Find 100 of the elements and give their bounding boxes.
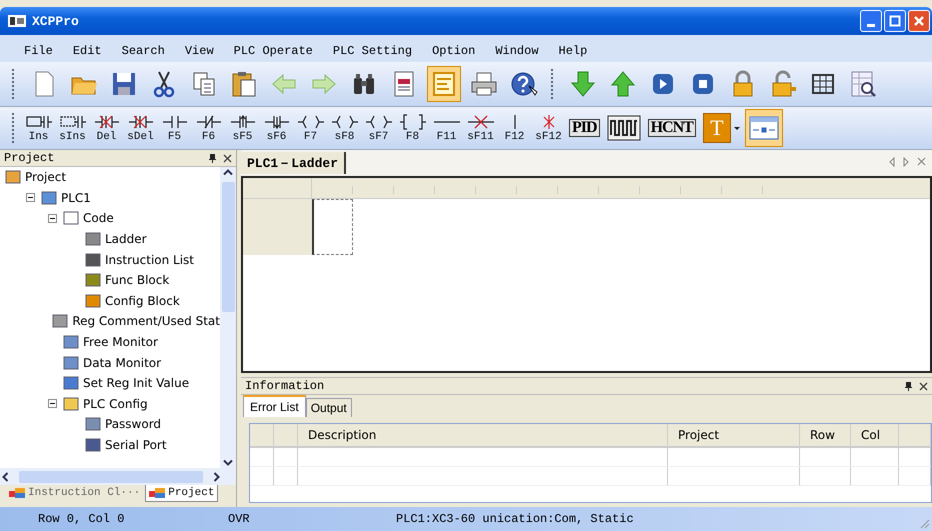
ladder-tool-button[interactable]: sDel [124,109,157,147]
panel-tab[interactable]: Instruction Cl··· [6,485,144,501]
ladder-tool-button[interactable]: F5 [158,109,191,147]
tree-item[interactable]: Data Monitor [83,356,162,370]
expander-icon[interactable] [26,193,37,202]
ladder-tool-button[interactable]: sF8 [328,109,361,147]
status-text: OVR [228,512,251,526]
ladder-tool-button[interactable]: F8 [396,109,429,147]
menu-item[interactable]: PLC Setting [332,44,412,58]
folder-icon [62,396,80,412]
column-header[interactable]: Col [851,424,899,446]
scroll-left-icon[interactable] [0,470,11,484]
ladder-tool-button[interactable]: F6 [192,109,225,147]
maximize-button[interactable] [884,10,906,32]
tree-item[interactable]: PLC1 [61,190,91,205]
ladder-tool-button[interactable]: sIns [56,109,89,147]
ladder-tool-button[interactable]: F11 [430,109,463,147]
panel-title: Information [245,379,324,393]
coil-icon [364,113,394,131]
ladder-tool-button[interactable]: sF7 [362,109,395,147]
scroll-down-icon[interactable] [221,457,235,468]
ladder-tool-button[interactable]: sF6 [260,109,293,147]
menu-item[interactable]: Edit [72,44,102,58]
tree-item[interactable]: Func Block [105,273,170,288]
tree-item[interactable]: Set Reg Init Value [83,376,190,390]
ladder-tool-button[interactable]: F12 [498,109,531,147]
tab-icon [149,487,166,499]
menu-item[interactable]: Help [558,44,588,58]
editor-tab[interactable]: PLC1－Ladder [241,152,346,174]
menu-item[interactable]: File [24,44,53,58]
expander-icon[interactable] [48,214,59,223]
menu-item[interactable]: Search [122,44,165,58]
scroll-up-icon[interactable] [221,167,235,178]
scroll-right-icon[interactable] [211,470,222,484]
pin-icon[interactable] [208,153,217,163]
ladder-tool-button[interactable]: Del [90,109,123,147]
ladder-tool-button[interactable]: sF11 [464,109,497,147]
caret-icon [732,124,741,132]
menu-item[interactable]: Window [495,44,539,58]
close-button[interactable] [908,10,930,32]
info-tab[interactable]: Error List [243,395,306,417]
ladder-tool-button[interactable]: F7 [294,109,327,147]
horizontal-scrollbar[interactable] [0,468,236,485]
insert-icon [24,113,54,131]
panel-title: Project [4,151,54,165]
close-icon [913,15,925,27]
tree-item[interactable]: Instruction List [105,252,194,267]
tree-item[interactable]: Free Monitor [83,335,158,350]
window-title: XCPPro [32,14,79,28]
layout-icon [748,115,780,141]
pulse-icon [606,115,641,141]
node-icon [84,437,102,454]
vertical-scrollbar[interactable] [220,167,236,468]
tree-item[interactable]: Project [25,170,66,184]
pin-icon[interactable] [904,381,913,391]
menu-item[interactable]: Option [432,44,476,58]
app-icon [8,15,26,27]
ladder-tool-button[interactable]: sF12 [532,109,565,147]
panel-tab[interactable]: Project [145,485,218,502]
toolbar-grip[interactable] [12,69,17,99]
expander-icon[interactable] [48,399,59,408]
bracket-icon [398,113,428,131]
node-icon [62,334,80,350]
coil-icon [296,113,326,131]
ladder-tool-button[interactable]: sF5 [226,109,259,147]
ladder-tool-button[interactable]: Ins [22,109,55,147]
resize-grip-icon[interactable] [920,519,930,529]
tree-item[interactable]: Serial Port [105,438,167,452]
close-icon[interactable] [919,382,928,390]
column-header[interactable]: Project [668,424,800,446]
ladder-tool-button[interactable]: HCNT [644,109,699,147]
node-icon [4,169,22,186]
tree-item[interactable]: Ladder [105,232,147,246]
tree-item[interactable]: Config Block [105,294,180,308]
status-text: Row 0, Col 0 [37,512,126,526]
line-icon [512,113,516,131]
node-icon [51,313,70,330]
node-icon [84,416,102,432]
node-icon [84,252,102,268]
menu-item[interactable]: View [184,44,214,58]
minimize-button[interactable] [860,10,882,32]
coil-icon [330,113,360,131]
toolbar-grip[interactable] [12,113,17,143]
node-icon [62,210,80,226]
ladder-editor[interactable] [241,176,932,373]
column-header[interactable]: Description [298,424,668,446]
tree-item[interactable]: PLC Config [83,396,148,411]
ladder-tool-button[interactable]: PID [566,109,603,147]
download-arrow-icon [568,69,598,99]
tree-item[interactable]: Code [83,211,114,226]
toolbar-grip[interactable] [551,69,556,99]
column-header[interactable]: Row [800,424,851,446]
status-text: PLC1:XC3-60 unication:Com, Static [396,512,634,526]
close-icon[interactable] [223,154,232,162]
menu-item[interactable]: PLC Operate [234,44,313,58]
tree-item[interactable]: Password [105,417,162,432]
maximize-icon [889,15,901,27]
node-icon [62,375,80,392]
info-tab[interactable]: Output [306,398,352,417]
tree-item[interactable]: Reg Comment/Used Stat [72,314,220,328]
